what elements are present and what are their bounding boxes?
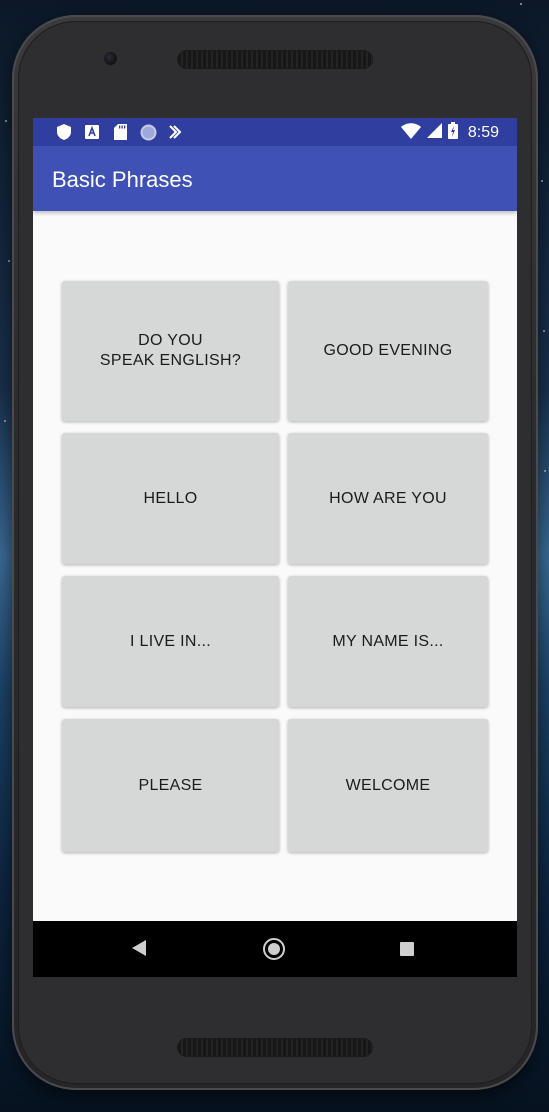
phrase-button-how-are-you[interactable]: HOW ARE YOU [288, 433, 488, 564]
phrase-button-good-evening[interactable]: GOOD EVENING [288, 281, 488, 421]
navigation-bar [33, 921, 517, 977]
phrase-button-hello[interactable]: HELLO [62, 433, 279, 564]
signal-icon [426, 123, 442, 143]
device-screen: 8:59 Basic Phrases DO YOU SPEAK ENGLISH?… [33, 118, 517, 977]
battery-charging-icon [447, 122, 458, 144]
home-icon[interactable] [263, 938, 285, 960]
front-camera [104, 52, 117, 65]
top-speaker [178, 51, 372, 68]
sd-card-icon [111, 123, 129, 141]
phrase-button-my-name-is[interactable]: MY NAME IS... [288, 576, 488, 707]
phrase-button-i-live-in[interactable]: I LIVE IN... [62, 576, 279, 707]
status-bar: 8:59 [33, 118, 517, 146]
app-title: Basic Phrases [52, 167, 193, 192]
phrase-button-do-you-speak-english[interactable]: DO YOU SPEAK ENGLISH? [62, 281, 279, 421]
phrase-button-welcome[interactable]: WELCOME [288, 719, 488, 852]
app-bar: Basic Phrases [33, 146, 517, 211]
font-a-icon [83, 123, 101, 141]
phrase-button-please[interactable]: PLEASE [62, 719, 279, 852]
back-icon[interactable] [131, 939, 147, 962]
circle-icon [139, 123, 157, 141]
shield-icon [55, 123, 73, 141]
wifi-icon [400, 122, 421, 144]
phrase-grid: DO YOU SPEAK ENGLISH? GOOD EVENING HELLO… [62, 281, 488, 852]
home-icon-dot [268, 943, 280, 955]
check-sync-icon [167, 123, 185, 141]
status-clock: 8:59 [467, 124, 499, 141]
recents-icon[interactable] [400, 942, 414, 956]
bottom-speaker [178, 1039, 372, 1056]
